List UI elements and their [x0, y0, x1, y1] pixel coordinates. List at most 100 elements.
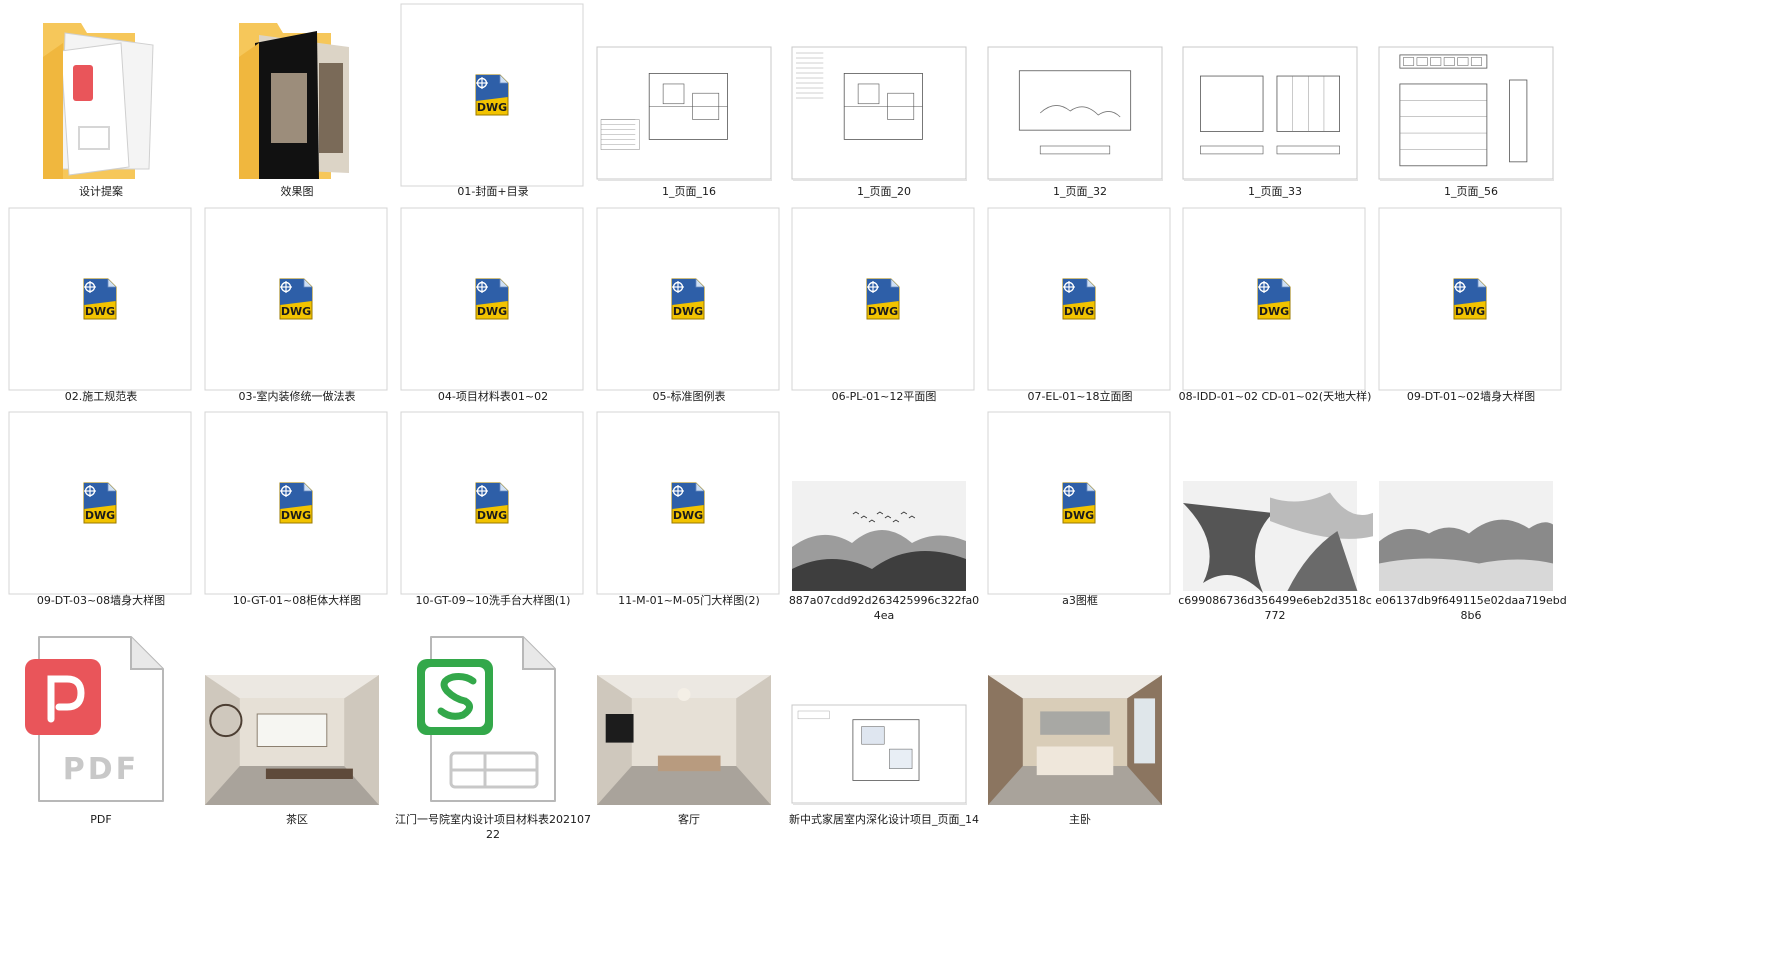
- file-name-label: 07-EL-01~18立面图: [1027, 390, 1133, 403]
- file-item[interactable]: e06137db9f649115e02daa719ebd8b6: [1373, 411, 1569, 627]
- file-item[interactable]: 茶区: [199, 633, 395, 846]
- file-name-label: 10-GT-01~08柜体大样图: [232, 594, 362, 607]
- file-thumbnail: DWG: [8, 207, 192, 391]
- file-name-label: 1_页面_16: [662, 185, 716, 198]
- file-thumbnail: [988, 675, 1162, 805]
- ink-landscape-image: [792, 481, 966, 591]
- file-name-label: 茶区: [286, 813, 308, 826]
- file-name-label: 1_页面_32: [1053, 185, 1107, 198]
- dwg-file-icon: DWG: [475, 278, 509, 320]
- file-item[interactable]: PDF PDF: [3, 633, 199, 846]
- file-item[interactable]: 主卧: [982, 633, 1178, 846]
- dwg-file-icon: DWG: [279, 278, 313, 320]
- file-thumbnail: [205, 675, 379, 805]
- file-item[interactable]: DWG 10-GT-09~10洗手台大样图(1): [395, 411, 591, 627]
- ink-landscape-image: [1183, 481, 1373, 593]
- file-item[interactable]: DWG 04-项目材料表01~02: [395, 207, 591, 423]
- file-item[interactable]: DWG a3图框: [982, 411, 1178, 627]
- file-item[interactable]: 1_页面_33: [1177, 3, 1373, 218]
- file-item[interactable]: 1_页面_16: [591, 3, 787, 218]
- pdf-icon-text: PDF: [63, 752, 139, 787]
- file-thumbnail: DWG: [400, 411, 584, 595]
- file-item[interactable]: DWG 09-DT-03~08墙身大样图: [3, 411, 199, 627]
- file-name-label: 新中式家居室内深化设计项目_页面_14: [789, 813, 979, 826]
- file-thumbnail: DWG: [596, 411, 780, 595]
- folder-icon: [43, 23, 154, 179]
- file-name-label: 效果图: [280, 185, 314, 198]
- file-thumbnail: [1182, 46, 1358, 181]
- file-thumbnail: [1183, 481, 1373, 593]
- spreadsheet-file-icon: [417, 636, 556, 802]
- dwg-file-icon: DWG: [475, 74, 509, 116]
- file-item[interactable]: 新中式家居室内深化设计项目_页面_14: [786, 633, 982, 846]
- file-item[interactable]: 效果图: [199, 3, 395, 218]
- file-item[interactable]: DWG 01-封面+目录: [395, 3, 591, 218]
- dwg-file-icon: DWG: [1062, 482, 1096, 524]
- file-name-label: 客厅: [678, 813, 700, 826]
- file-name-label: 1_页面_33: [1248, 185, 1302, 198]
- file-name-label: PDF: [90, 813, 112, 826]
- file-thumbnail: DWG: [400, 207, 584, 391]
- dwg-icon-text: DWG: [1455, 305, 1485, 318]
- file-name-label: 887a07cdd92d263425996c322fa04ea: [788, 594, 980, 622]
- dwg-icon-text: DWG: [868, 305, 898, 318]
- file-name-label: 1_页面_56: [1444, 185, 1498, 198]
- file-thumbnail: [792, 481, 966, 591]
- file-thumbnail: [239, 23, 349, 179]
- file-item[interactable]: DWG 07-EL-01~18立面图: [982, 207, 1178, 423]
- file-name-label: 04-项目材料表01~02: [437, 390, 549, 403]
- file-name-label: 02.施工规范表: [64, 390, 138, 403]
- file-name-label: 03-室内装修统一做法表: [238, 390, 356, 403]
- dwg-file-icon: DWG: [279, 482, 313, 524]
- file-name-label: 06-PL-01~12平面图: [831, 390, 937, 403]
- file-thumbnail: [596, 46, 772, 181]
- file-name-label: 11-M-01~M-05门大样图(2): [618, 594, 760, 607]
- file-item[interactable]: 江门一号院室内设计项目材料表20210722: [395, 633, 591, 846]
- file-thumbnail: PDF: [25, 636, 164, 802]
- file-item[interactable]: 1_页面_32: [982, 3, 1178, 218]
- file-item[interactable]: DWG 05-标准图例表: [591, 207, 787, 423]
- dwg-icon-text: DWG: [477, 305, 507, 318]
- file-item[interactable]: 1_页面_56: [1373, 3, 1569, 218]
- file-item[interactable]: DWG 02.施工规范表: [3, 207, 199, 423]
- dwg-icon-text: DWG: [477, 101, 507, 114]
- file-item[interactable]: DWG 06-PL-01~12平面图: [786, 207, 982, 423]
- file-thumbnail: DWG: [1378, 207, 1562, 391]
- dwg-file-icon: DWG: [866, 278, 900, 320]
- file-item[interactable]: DWG 10-GT-01~08柜体大样图: [199, 411, 395, 627]
- file-thumbnail: DWG: [204, 411, 388, 595]
- dwg-icon-text: DWG: [673, 509, 703, 522]
- file-thumbnail: [987, 46, 1163, 181]
- file-item[interactable]: DWG 03-室内装修统一做法表: [199, 207, 395, 423]
- file-item[interactable]: 客厅: [591, 633, 787, 846]
- dwg-file-icon: DWG: [475, 482, 509, 524]
- file-name-label: c699086736d356499e6eb2d3518c772: [1178, 594, 1372, 622]
- file-item[interactable]: DWG 08-IDD-01~02 CD-01~02(天地大样): [1177, 207, 1373, 423]
- file-thumbnail: [597, 675, 771, 805]
- interior-render-image: [205, 675, 379, 805]
- interior-render-image: [597, 675, 771, 805]
- dwg-icon-text: DWG: [1064, 509, 1094, 522]
- file-item[interactable]: DWG 09-DT-01~02墙身大样图: [1373, 207, 1569, 423]
- file-thumbnail: DWG: [987, 207, 1171, 391]
- file-item[interactable]: c699086736d356499e6eb2d3518c772: [1177, 411, 1373, 627]
- file-thumbnail: [43, 23, 154, 179]
- dwg-file-icon: DWG: [1453, 278, 1487, 320]
- file-thumbnail: DWG: [987, 411, 1171, 595]
- dwg-icon-text: DWG: [477, 509, 507, 522]
- file-name-label: 08-IDD-01~02 CD-01~02(天地大样): [1178, 390, 1372, 403]
- file-item[interactable]: 1_页面_20: [786, 3, 982, 218]
- file-item[interactable]: 设计提案: [3, 3, 199, 218]
- file-name-label: 设计提案: [79, 185, 123, 198]
- pdf-file-icon: PDF: [25, 636, 164, 802]
- file-name-label: 1_页面_20: [857, 185, 911, 198]
- file-name-label: 09-DT-03~08墙身大样图: [36, 594, 166, 607]
- dwg-icon-text: DWG: [281, 509, 311, 522]
- dwg-file-icon: DWG: [1062, 278, 1096, 320]
- file-thumbnail: [1379, 481, 1553, 591]
- file-name-label: e06137db9f649115e02daa719ebd8b6: [1375, 594, 1567, 622]
- file-item[interactable]: DWG 11-M-01~M-05门大样图(2): [591, 411, 787, 627]
- folder-icon: [239, 23, 349, 179]
- dwg-file-icon: DWG: [671, 482, 705, 524]
- file-item[interactable]: 887a07cdd92d263425996c322fa04ea: [786, 411, 982, 627]
